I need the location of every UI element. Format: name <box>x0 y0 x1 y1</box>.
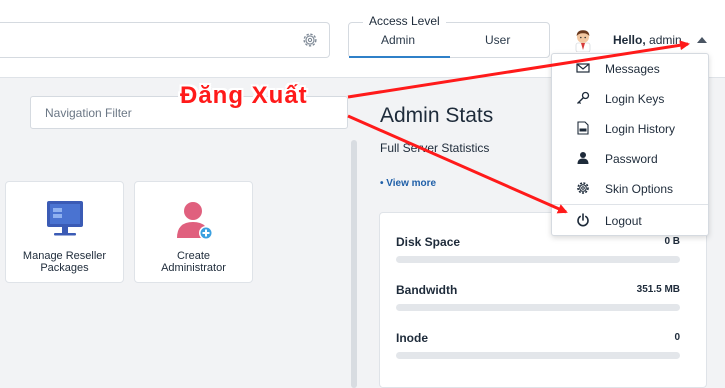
menu-divider <box>552 204 708 205</box>
user-icon <box>577 152 589 164</box>
annotation-label: Đăng Xuất <box>180 82 308 109</box>
access-level-switcher: Access Level Admin User <box>348 14 550 58</box>
menu-item-label: Logout <box>605 214 642 228</box>
stat-value: 0 B <box>664 236 680 247</box>
user-greeting[interactable]: Hello, admin <box>613 33 682 47</box>
view-more-link[interactable]: • View more <box>380 178 436 189</box>
menu-item-messages[interactable]: Messages <box>552 55 708 83</box>
tab-admin[interactable]: Admin <box>381 33 415 47</box>
menu-item-label: Login History <box>605 122 676 136</box>
arrow-to-logout <box>347 114 568 214</box>
search-input[interactable] <box>0 22 330 58</box>
admin-stats-title: Admin Stats <box>380 104 494 127</box>
menu-item-label: Login Keys <box>605 92 665 106</box>
add-user-icon <box>177 202 213 240</box>
manage-reseller-packages-card[interactable]: Manage Reseller Packages <box>5 181 124 283</box>
scrollbar[interactable] <box>351 140 357 388</box>
user-dropdown-menu: Messages Login Keys Login History Passwo… <box>551 53 709 236</box>
card-label-line1: Create <box>176 250 211 262</box>
menu-item-label: Password <box>605 152 658 166</box>
card-label-line2: Administrator <box>161 262 226 274</box>
power-icon <box>577 213 589 227</box>
admin-stats-subtitle: Full Server Statistics <box>380 141 490 155</box>
avatar[interactable] <box>572 28 594 52</box>
stat-name: Bandwidth <box>396 283 458 297</box>
monitor-icon <box>47 201 83 236</box>
envelope-icon <box>576 63 590 73</box>
stat-name: Disk Space <box>396 235 461 249</box>
greeting-text: Hello, <box>613 33 646 47</box>
stats-panel: Disk Space 0 B Bandwidth 351.5 MB Inode … <box>379 212 707 388</box>
card-label: Create Administrator <box>135 250 252 274</box>
key-icon <box>577 91 590 105</box>
active-tab-indicator <box>349 56 450 58</box>
stat-value: 0 <box>674 332 680 343</box>
access-level-title: Access Level <box>363 14 446 28</box>
stat-name: Inode <box>396 331 428 345</box>
stat-value: 351.5 MB <box>636 284 680 295</box>
gear-icon <box>577 182 589 194</box>
card-label: Manage Reseller Packages <box>6 250 123 274</box>
card-label-line1: Manage Reseller <box>22 250 107 262</box>
log-icon <box>577 121 589 135</box>
menu-item-password[interactable]: Password <box>552 145 708 173</box>
progress-bar <box>396 304 680 311</box>
create-administrator-card[interactable]: Create Administrator <box>134 181 253 283</box>
card-label-line2: Packages <box>40 262 89 274</box>
tab-user[interactable]: User <box>485 33 510 47</box>
menu-item-label: Messages <box>605 62 660 76</box>
menu-item-login-history[interactable]: Login History <box>552 115 708 143</box>
gear-icon[interactable] <box>301 31 319 49</box>
menu-item-login-keys[interactable]: Login Keys <box>552 85 708 113</box>
menu-item-label: Skin Options <box>605 182 674 196</box>
caret-up-icon[interactable] <box>697 37 707 43</box>
progress-bar <box>396 352 680 359</box>
username: admin <box>649 33 682 47</box>
menu-item-logout[interactable]: Logout <box>552 207 708 235</box>
progress-bar <box>396 256 680 263</box>
menu-item-skin-options[interactable]: Skin Options <box>552 175 708 203</box>
